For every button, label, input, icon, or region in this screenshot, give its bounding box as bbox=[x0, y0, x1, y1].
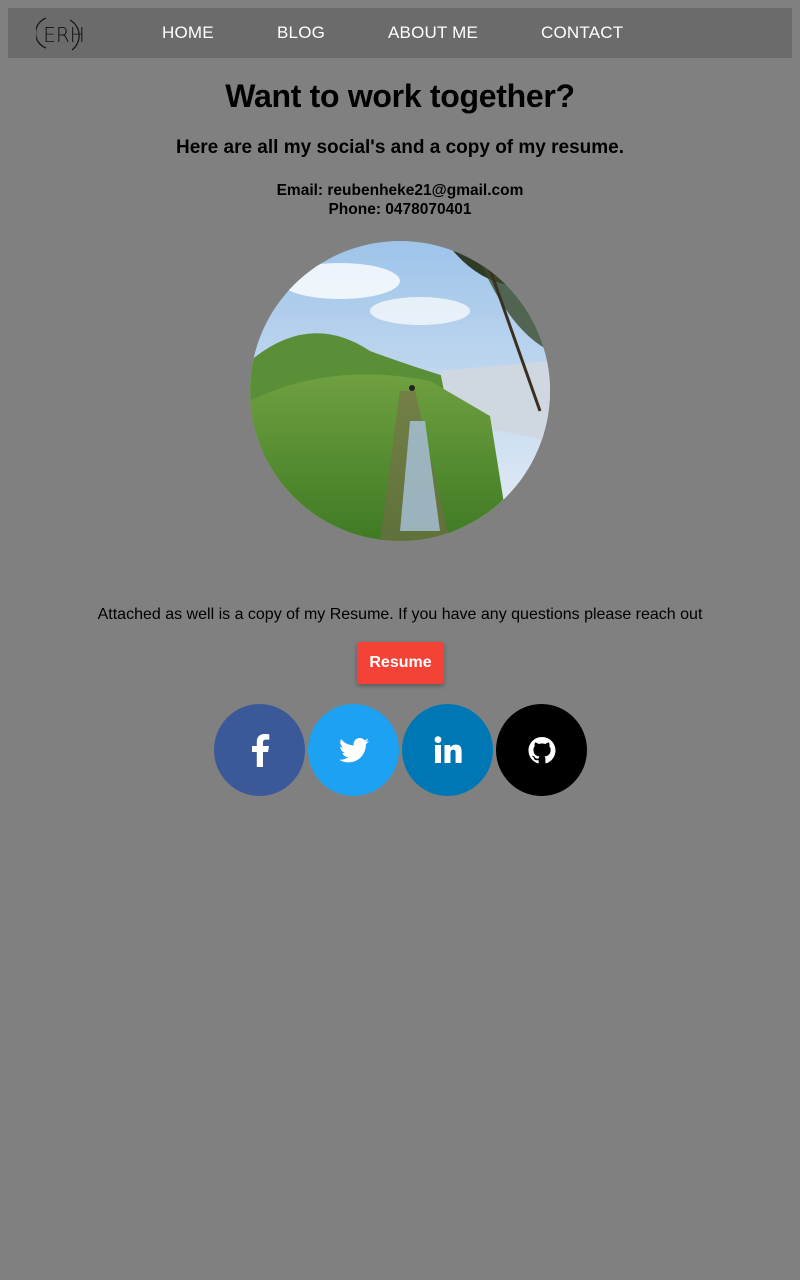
github-icon bbox=[528, 736, 556, 764]
navbar: ERH HOME BLOG ABOUT ME CONTACT bbox=[8, 8, 792, 58]
logo-text: ERH bbox=[43, 23, 85, 47]
facebook-icon bbox=[250, 733, 270, 767]
linkedin-button[interactable] bbox=[402, 704, 493, 796]
nav-home[interactable]: HOME bbox=[162, 23, 214, 43]
page-subtitle: Here are all my social's and a copy of m… bbox=[175, 137, 625, 158]
profile-photo bbox=[250, 241, 550, 541]
nav-blog[interactable]: BLOG bbox=[277, 23, 325, 43]
twitter-button[interactable] bbox=[308, 704, 399, 796]
linkedin-icon bbox=[434, 736, 462, 764]
twitter-icon bbox=[338, 737, 369, 763]
resume-description: Attached as well is a copy of my Resume.… bbox=[97, 606, 703, 623]
nav-about-me[interactable]: ABOUT ME bbox=[388, 23, 478, 43]
phone-text: Phone: 0478070401 bbox=[328, 201, 472, 218]
email-text: Email: reubenheke21@gmail.com bbox=[276, 182, 524, 199]
facebook-button[interactable] bbox=[214, 704, 305, 796]
nav-contact[interactable]: CONTACT bbox=[541, 23, 623, 43]
site-logo[interactable]: ERH bbox=[34, 12, 92, 54]
resume-button[interactable]: Resume bbox=[357, 642, 444, 684]
page-title: Want to work together? bbox=[225, 78, 575, 114]
github-button[interactable] bbox=[496, 704, 587, 796]
